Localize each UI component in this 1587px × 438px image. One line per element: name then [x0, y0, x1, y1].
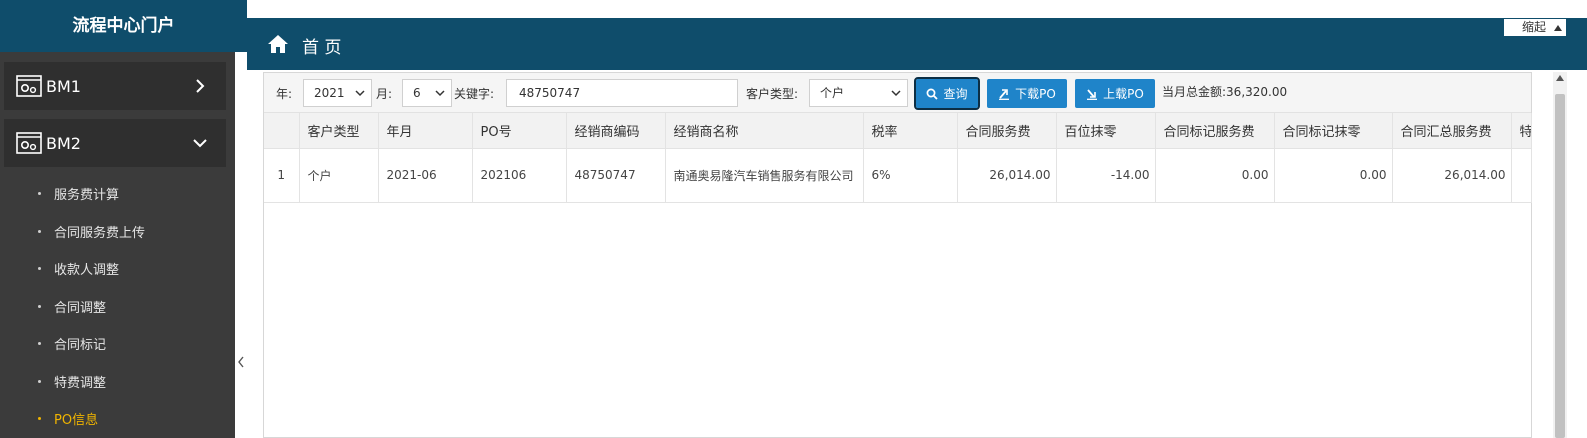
bullet — [38, 379, 41, 383]
table-row[interactable]: 1 个户 2021-06 202106 48750747 南通奥易隆汽车销售服务… — [264, 148, 1532, 203]
cell-rounding: -14.00 — [1056, 148, 1156, 203]
month-value: 6 — [413, 86, 421, 100]
column-header[interactable]: 百位抹零 — [1056, 113, 1156, 149]
bullet — [38, 304, 41, 308]
sidebar-item-contract-adjust[interactable]: 合同调整 — [0, 288, 235, 326]
customer-type-value: 个户 — [820, 86, 845, 100]
column-header[interactable]: 客户类型 — [299, 113, 379, 149]
year-value: 2021 — [314, 86, 345, 100]
download-icon — [999, 88, 1010, 100]
month-label: 月: — [376, 87, 393, 101]
caret-up-icon — [1554, 25, 1562, 31]
column-header[interactable]: PO号 — [472, 113, 567, 149]
column-header[interactable]: 合同汇总服务费 — [1392, 113, 1512, 149]
sidebar-item-label: 收款人调整 — [54, 263, 120, 279]
cell-marked-rounding: 0.00 — [1274, 148, 1393, 203]
row-number: 1 — [264, 148, 300, 203]
column-header[interactable]: 年月 — [378, 113, 473, 149]
cell-po-number: 202106 — [472, 148, 567, 203]
search-button-label: 查询 — [943, 87, 968, 101]
bullet — [38, 229, 41, 233]
scroll-thumb[interactable] — [1555, 94, 1565, 438]
bullet — [38, 267, 41, 271]
sidebar-collapse-bar[interactable] — [235, 52, 247, 438]
cell-total-fee: 26,014.00 — [1392, 148, 1512, 203]
cell-extra — [1511, 148, 1532, 203]
sidebar-item-special-fee-adjust[interactable]: 特费调整 — [0, 363, 235, 401]
search-icon — [927, 88, 939, 100]
sidebar-group-bm2[interactable]: BM2 — [4, 119, 226, 167]
column-header[interactable]: 合同标记服务费 — [1155, 113, 1275, 149]
settings-window-icon — [16, 132, 42, 154]
chevron-down-icon — [891, 90, 901, 97]
content-panel: 年: 2021 月: 6 关键字: 客户类型: 个户 查询 下载PO 上载PO … — [263, 72, 1532, 438]
sidebar-item-po-info[interactable]: PO信息 — [0, 400, 235, 438]
cell-customer-type: 个户 — [299, 148, 379, 203]
bullet — [38, 342, 41, 346]
column-header[interactable]: 经销商名称 — [665, 113, 864, 149]
home-icon[interactable] — [267, 34, 289, 54]
column-header[interactable]: 合同标记抹零 — [1274, 113, 1393, 149]
page-header: 首 页 — [247, 18, 1587, 70]
vertical-scrollbar[interactable] — [1553, 72, 1567, 438]
monthly-total: 当月总金额:36,320.00 — [1162, 85, 1288, 99]
app-title: 流程中心门户 — [0, 0, 247, 52]
keyword-label: 关键字: — [454, 87, 495, 101]
chevron-down-icon — [193, 139, 207, 148]
sidebar-submenu: 服务费计算 合同服务费上传 收款人调整 合同调整 合同标记 特费调整 PO信息 — [0, 175, 235, 438]
cell-contract-fee: 26,014.00 — [957, 148, 1057, 203]
sidebar-item-label: 合同标记 — [54, 338, 107, 354]
bullet — [38, 192, 41, 196]
chevron-down-icon — [435, 90, 445, 97]
column-header[interactable]: 特 — [1511, 113, 1532, 149]
customer-type-select[interactable]: 个户 — [809, 79, 908, 107]
column-header[interactable]: 经销商编码 — [566, 113, 666, 149]
year-select[interactable]: 2021 — [303, 79, 372, 107]
month-select[interactable]: 6 — [402, 79, 452, 107]
chevron-left-icon[interactable] — [237, 356, 245, 368]
sidebar-item-service-fee-calc[interactable]: 服务费计算 — [0, 175, 235, 213]
column-header — [264, 113, 300, 149]
bullet — [38, 417, 41, 421]
upload-po-label: 上载PO — [1103, 87, 1144, 101]
cell-tax-rate: 6% — [863, 148, 958, 203]
settings-window-icon — [16, 75, 42, 97]
column-header[interactable]: 税率 — [863, 113, 958, 149]
sidebar-item-label: 合同服务费上传 — [54, 225, 146, 241]
download-po-label: 下载PO — [1015, 87, 1056, 101]
sidebar-group-label: BM1 — [46, 76, 81, 96]
cell-dealer-name: 南通奥易隆汽车销售服务有限公司 — [665, 148, 864, 203]
keyword-input[interactable] — [506, 79, 738, 107]
search-button[interactable]: 查询 — [914, 77, 980, 110]
page-title: 首 页 — [302, 38, 342, 58]
cell-marked-fee: 0.00 — [1155, 148, 1275, 203]
sidebar-item-payee-adjust[interactable]: 收款人调整 — [0, 250, 235, 288]
cell-year-month: 2021-06 — [378, 148, 473, 203]
collapse-button-label: 缩起 — [1522, 20, 1547, 34]
sidebar-group-label: BM2 — [46, 133, 81, 153]
chevron-right-icon — [196, 79, 205, 93]
upload-icon — [1087, 88, 1098, 100]
sidebar-item-contract-mark[interactable]: 合同标记 — [0, 325, 235, 363]
sidebar-item-contract-fee-upload[interactable]: 合同服务费上传 — [0, 213, 235, 251]
upload-po-button[interactable]: 上载PO — [1075, 79, 1155, 108]
download-po-button[interactable]: 下载PO — [987, 79, 1067, 108]
sidebar-item-label: 服务费计算 — [54, 188, 120, 204]
cell-dealer-code: 48750747 — [566, 148, 666, 203]
po-table: 客户类型 年月 PO号 经销商编码 经销商名称 税率 合同服务费 百位抹零 合同… — [264, 113, 1532, 203]
table-header-row: 客户类型 年月 PO号 经销商编码 经销商名称 税率 合同服务费 百位抹零 合同… — [264, 113, 1532, 149]
collapse-button[interactable]: 缩起 — [1503, 18, 1567, 37]
sidebar-item-label: 合同调整 — [54, 300, 107, 316]
year-label: 年: — [276, 87, 293, 101]
scroll-up-arrow-icon[interactable] — [1556, 75, 1564, 81]
filter-toolbar: 年: 2021 月: 6 关键字: 客户类型: 个户 查询 下载PO 上载PO … — [264, 73, 1531, 113]
chevron-down-icon — [355, 90, 365, 97]
customer-type-label: 客户类型: — [746, 87, 799, 101]
column-header[interactable]: 合同服务费 — [957, 113, 1057, 149]
sidebar-group-bm1[interactable]: BM1 — [4, 62, 226, 110]
sidebar-item-label: 特费调整 — [54, 375, 107, 391]
sidebar-item-label: PO信息 — [54, 413, 99, 429]
